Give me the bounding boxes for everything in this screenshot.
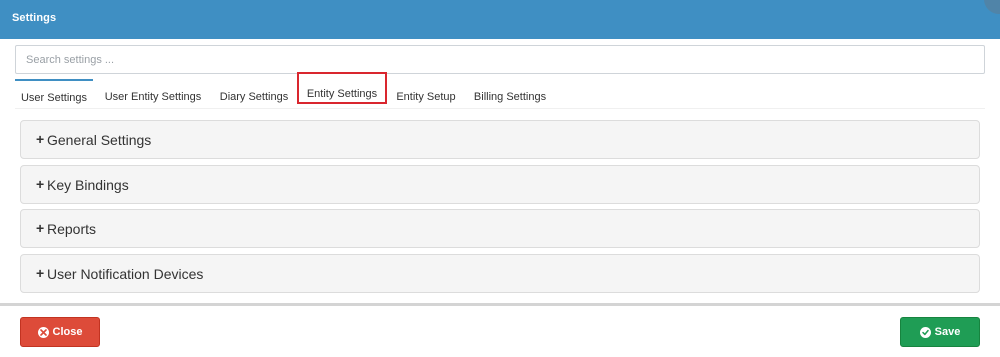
- expand-plus-icon: +: [36, 220, 45, 236]
- panel-title: Reports: [47, 221, 97, 237]
- panel-title: General Settings: [47, 132, 152, 148]
- panel-reports[interactable]: + Reports: [20, 209, 980, 248]
- panel-title: User Notification Devices: [47, 266, 204, 282]
- close-button[interactable]: Close: [20, 317, 100, 347]
- modal-title: Settings: [12, 12, 57, 24]
- close-circle-icon: [37, 326, 49, 338]
- footer-divider: [0, 303, 1000, 306]
- tab-user-entity-settings[interactable]: User Entity Settings: [99, 79, 207, 109]
- panel-general-settings[interactable]: + General Settings: [20, 120, 980, 159]
- modal-header: Settings: [0, 0, 1000, 39]
- search-settings-input[interactable]: [15, 45, 985, 74]
- close-button-label: Close: [52, 326, 83, 338]
- header-corner-decoration: [984, 0, 1000, 14]
- panel-key-bindings[interactable]: + Key Bindings: [20, 165, 980, 204]
- tab-entity-settings[interactable]: Entity Settings: [297, 72, 387, 104]
- tab-diary-settings[interactable]: Diary Settings: [214, 79, 294, 109]
- expand-plus-icon: +: [36, 131, 45, 147]
- save-button[interactable]: Save: [900, 317, 980, 347]
- panel-user-notification-devices[interactable]: + User Notification Devices: [20, 254, 980, 293]
- tab-user-settings[interactable]: User Settings: [15, 79, 93, 109]
- tab-billing-settings[interactable]: Billing Settings: [468, 79, 552, 109]
- panel-title: Key Bindings: [47, 177, 129, 193]
- tab-entity-setup[interactable]: Entity Setup: [391, 79, 461, 109]
- expand-plus-icon: +: [36, 265, 45, 281]
- expand-plus-icon: +: [36, 176, 45, 192]
- save-button-label: Save: [934, 326, 961, 338]
- check-circle-icon: [919, 326, 931, 338]
- settings-tabs: User Settings User Entity Settings Diary…: [15, 72, 985, 109]
